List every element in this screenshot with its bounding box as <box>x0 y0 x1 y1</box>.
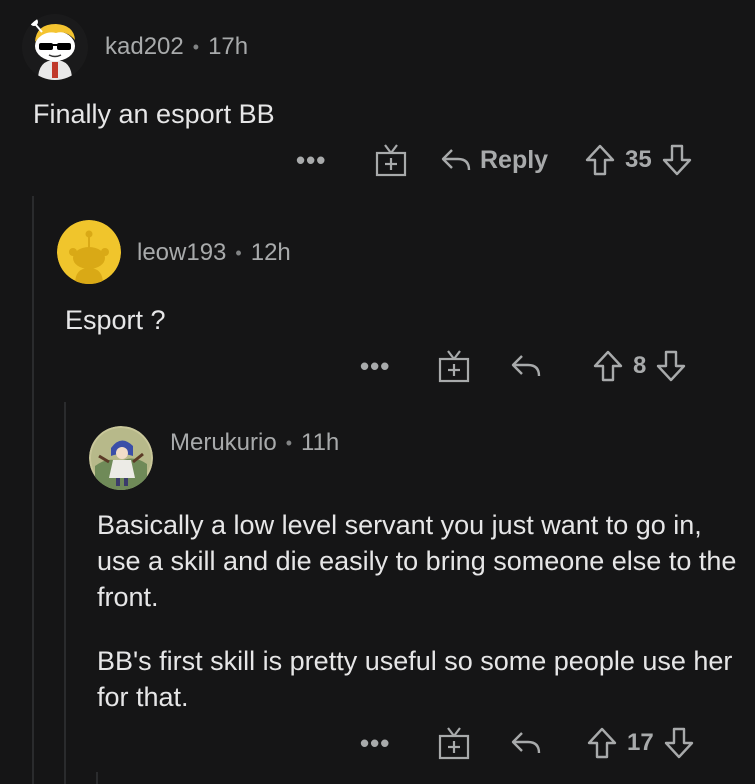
award-gift-icon <box>375 144 407 177</box>
character-avatar-icon <box>89 426 153 490</box>
vote-score: 17 <box>627 729 654 756</box>
comment-paragraph: Esport ? <box>65 305 166 335</box>
comment-paragraph: BB's first skill is pretty useful so som… <box>97 646 733 712</box>
reply-button[interactable] <box>510 346 542 386</box>
username[interactable]: Merukurio <box>170 429 277 457</box>
more-options-icon: ••• <box>296 144 327 175</box>
reply-arrow-icon <box>511 355 541 377</box>
separator-dot: • <box>192 36 200 57</box>
reply-label: Reply <box>480 145 549 174</box>
avatar[interactable] <box>22 14 88 80</box>
award-gift-icon <box>438 727 470 760</box>
more-options-icon: ••• <box>360 350 391 381</box>
avatar[interactable] <box>57 220 121 284</box>
comment-body: Finally an esport BB <box>33 96 733 132</box>
separator-dot: • <box>235 242 242 263</box>
timestamp[interactable]: 17h <box>208 33 248 61</box>
comment-paragraph: Basically a low level servant you just w… <box>97 510 737 612</box>
more-options-button[interactable]: ••• <box>296 140 326 180</box>
comment-actions: ••• 17 <box>0 723 755 763</box>
vote-controls: 8 <box>593 346 686 386</box>
comment-meta: Merukurio • 11h <box>170 429 339 457</box>
timestamp[interactable]: 11h <box>301 429 339 457</box>
comment-actions: ••• Reply 35 <box>0 140 755 180</box>
comment-body: Esport ? <box>65 302 725 338</box>
snoo-avatar-icon <box>22 14 88 80</box>
award-button[interactable] <box>438 346 470 386</box>
timestamp[interactable]: 12h <box>251 239 291 267</box>
separator-dot: • <box>285 432 293 453</box>
reply-arrow-icon <box>511 732 541 754</box>
award-button[interactable] <box>375 140 407 180</box>
reply-arrow-icon <box>441 149 471 171</box>
comment-paragraph: Finally an esport BB <box>33 99 275 129</box>
username[interactable]: leow193 <box>137 239 226 267</box>
more-options-icon: ••• <box>360 727 391 758</box>
thread-line-level-1[interactable] <box>32 196 34 784</box>
comment-actions: ••• 8 <box>0 346 755 386</box>
downvote-arrow-icon[interactable] <box>656 350 686 382</box>
thread-line-level-3[interactable] <box>96 772 98 784</box>
downvote-arrow-icon[interactable] <box>662 144 692 176</box>
upvote-arrow-icon[interactable] <box>587 727 617 759</box>
reply-button[interactable] <box>510 723 542 763</box>
vote-score: 8 <box>633 352 647 379</box>
avatar[interactable] <box>89 426 153 490</box>
more-options-button[interactable]: ••• <box>360 346 390 386</box>
comment-body: Basically a low level servant you just w… <box>97 507 737 715</box>
comment-meta: kad202 • 17h <box>105 33 248 61</box>
downvote-arrow-icon[interactable] <box>664 727 694 759</box>
award-gift-icon <box>438 350 470 383</box>
vote-controls: 35 <box>585 140 692 180</box>
award-button[interactable] <box>438 723 470 763</box>
reply-button[interactable]: Reply <box>440 140 548 180</box>
upvote-arrow-icon[interactable] <box>585 144 615 176</box>
username[interactable]: kad202 <box>105 33 184 61</box>
more-options-button[interactable]: ••• <box>360 723 390 763</box>
vote-score: 35 <box>625 146 652 173</box>
upvote-arrow-icon[interactable] <box>593 350 623 382</box>
vote-controls: 17 <box>587 723 694 763</box>
comment-meta: leow193 • 12h <box>137 239 291 267</box>
snoo-avatar-icon <box>57 220 121 284</box>
